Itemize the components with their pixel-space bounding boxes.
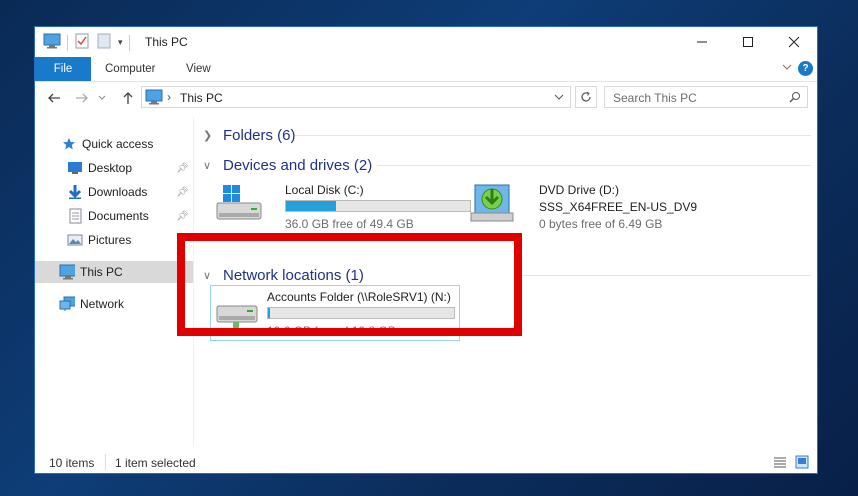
chevron-down-icon[interactable] [554,91,564,105]
item-count: 10 items [49,456,95,470]
close-button[interactable] [771,27,817,57]
tab-file[interactable]: File [35,57,91,81]
drive-free-space: 0 bytes free of 6.49 GB [539,217,663,231]
sidebar-item-downloads[interactable]: Downloads 📌︎ [35,181,193,203]
navigation-pane: Quick access Desktop 📌︎ Downloads 📌︎ Doc… [35,117,194,447]
pictures-icon [67,232,83,248]
large-icons-view-icon[interactable] [795,455,809,472]
pin-icon: 📌︎ [176,186,189,198]
drive-name: DVD Drive (D:) [539,183,619,197]
refresh-button[interactable] [575,86,597,108]
group-header-folders[interactable]: ❯ Folders (6) [203,124,296,146]
sidebar-item-this-pc[interactable]: This PC [35,261,193,283]
forward-button[interactable] [73,89,91,107]
search-icon[interactable] [789,91,801,106]
divider [521,275,811,276]
expand-ribbon-icon[interactable] [781,61,793,76]
quick-access-toolbar: ▾ [43,33,130,52]
back-button[interactable] [45,89,63,107]
download-icon [67,184,83,200]
address-bar[interactable]: › This PC [141,86,571,108]
window-title: This PC [145,35,188,49]
divider [295,135,811,136]
dvd-drive-icon [469,181,517,228]
pin-icon: 📌︎ [176,162,189,174]
computer-icon [43,33,61,52]
drive-name: Local Disk (C:) [285,183,364,197]
tab-view[interactable]: View [186,57,211,81]
drive-c[interactable]: Local Disk (C:) 36.0 GB free of 49.4 GB [213,179,483,231]
drive-free-space: 36.0 GB free of 49.4 GB [285,217,414,231]
search-box[interactable] [604,86,808,108]
ribbon-tabs: File Computer View ? [35,57,817,82]
computer-icon [145,89,163,108]
highlight-box [177,233,522,336]
drive-usage-fill [286,201,336,211]
chevron-down-icon: ∨ [203,159,212,172]
sidebar-item-network[interactable]: Network [35,293,193,315]
breadcrumb-separator[interactable]: › [167,90,171,104]
help-icon[interactable]: ? [798,61,813,76]
group-header-devices[interactable]: ∨ Devices and drives (2) [203,154,372,176]
up-button[interactable] [119,89,137,107]
search-input[interactable] [611,90,785,106]
chevron-right-icon: ❯ [203,129,213,142]
drive-d[interactable]: DVD Drive (D:) SSS_X64FREE_EN-US_DV9 0 b… [467,179,737,231]
network-icon [59,296,75,312]
drive-usage-bar [285,200,471,212]
new-folder-icon[interactable] [96,33,112,52]
properties-icon[interactable] [74,33,90,52]
sidebar-item-pictures[interactable]: Pictures [35,229,193,251]
status-bar: 10 items 1 item selected [35,451,817,473]
customize-toolbar-icon[interactable]: ▾ [118,37,123,48]
drive-label: SSS_X64FREE_EN-US_DV9 [539,200,698,214]
maximize-button[interactable] [725,27,771,57]
divider [377,165,811,166]
breadcrumb[interactable]: This PC [180,91,223,105]
computer-icon [59,264,75,280]
sidebar-item-quick-access[interactable]: Quick access [35,133,193,155]
navigation-bar: › This PC [35,83,817,113]
minimize-button[interactable] [679,27,725,57]
selection-count: 1 item selected [115,456,196,470]
tab-computer[interactable]: Computer [105,57,156,81]
windows-drive-icon [215,183,263,226]
sidebar-item-desktop[interactable]: Desktop 📌︎ [35,157,193,179]
desktop-icon [67,160,83,176]
recent-locations-button[interactable] [97,89,107,107]
pin-icon: 📌︎ [176,210,189,222]
star-icon [61,136,77,152]
sidebar-item-documents[interactable]: Documents 📌︎ [35,205,193,227]
document-icon [67,208,83,224]
details-view-icon[interactable] [773,455,787,472]
title-bar: ▾ This PC [35,27,817,57]
